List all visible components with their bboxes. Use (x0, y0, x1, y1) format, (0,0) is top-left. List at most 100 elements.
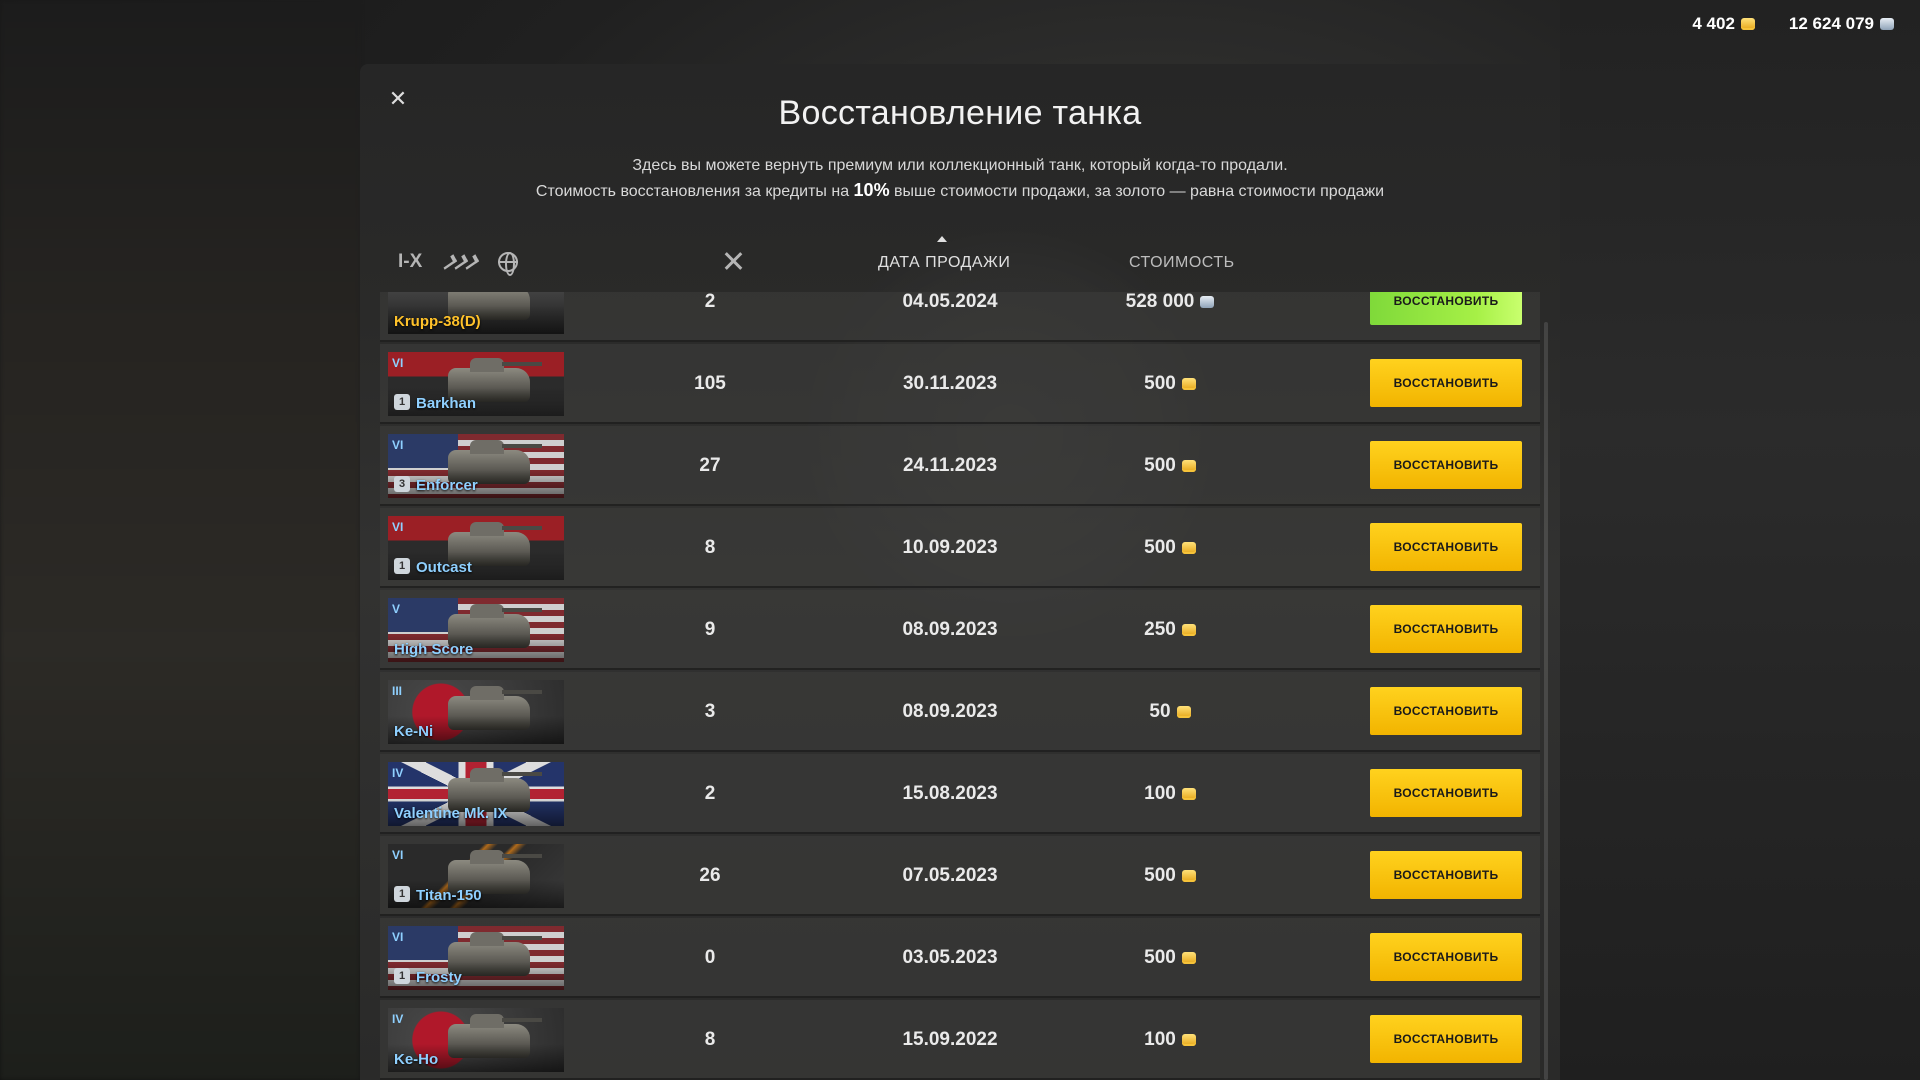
battles-count: 2 (704, 783, 716, 804)
restore-button[interactable]: ВОССТАНОВИТЬ (1370, 1015, 1522, 1063)
cost-value: 500 (1144, 373, 1176, 394)
gold-coin-icon (1181, 788, 1196, 800)
sale-date: 15.08.2023 (902, 783, 998, 804)
tank-tier: VI (392, 848, 404, 862)
tank-tier: IV (392, 1012, 404, 1026)
tier-filter[interactable]: I-X (398, 248, 422, 276)
restore-button[interactable]: ВОССТАНОВИТЬ (1370, 769, 1522, 817)
restore-button[interactable]: ВОССТАНОВИТЬ (1370, 933, 1522, 981)
sale-date: 30.11.2023 (902, 373, 998, 394)
sale-date: 10.09.2023 (902, 537, 998, 558)
table-row: Krupp-38(D) 2 04.05.2024 528 000 ВОССТАНОВИТ… (380, 292, 1540, 342)
battles-column-swords-icon[interactable] (722, 250, 746, 272)
restore-cost: 528 000 (1080, 292, 1260, 342)
cost-value: 500 (1144, 537, 1176, 558)
battles-count: 8 (704, 537, 716, 558)
gold-coin-icon (1181, 460, 1196, 472)
restore-button[interactable]: ВОССТАНОВИТЬ (1370, 851, 1522, 899)
scrollbar[interactable] (1544, 322, 1548, 1080)
tank-tier: VI (392, 520, 404, 534)
sale-date: 03.05.2023 (902, 947, 998, 968)
cost-value: 250 (1144, 619, 1176, 640)
gold-amount: 4 402 (1692, 14, 1735, 33)
filters-bar: I-X (398, 248, 519, 276)
tank-thumbnail: VI 1 Frosty (388, 926, 564, 990)
table-row: IV Valentine Mk. IX 2 15.08.2023 100 ВОССТАНО… (380, 754, 1540, 834)
battles-count: 0 (704, 947, 716, 968)
table-row: VI 3 Enforcer 27 24.11.2023 500 ВОССТАНОВИТЬ (380, 426, 1540, 506)
credits-icon (1880, 18, 1894, 30)
restore-button[interactable]: ВОССТАНОВИТЬ (1370, 441, 1522, 489)
tank-tier: III (392, 684, 403, 698)
mastery-badge-icon: 1 (394, 394, 410, 410)
tank-list[interactable]: Krupp-38(D) 2 04.05.2024 528 000 ВОССТАНОВИТ… (380, 292, 1540, 1080)
cost-value: 100 (1144, 1029, 1176, 1050)
sale-date: 15.09.2022 (902, 1029, 998, 1050)
tank-name: Ke-Ni (394, 723, 434, 740)
table-row: VI 1 Frosty 0 03.05.2023 500 ВОССТАНОВИТЬ (380, 918, 1540, 998)
modal-title: Восстановление танка (778, 94, 1142, 132)
restore-button[interactable]: ВОССТАНОВИТЬ (1370, 359, 1522, 407)
background-left (0, 0, 360, 1080)
tank-thumbnail: VI 1 Outcast (388, 516, 564, 580)
sort-ascending-icon (937, 236, 947, 242)
modal-description: Здесь вы можете вернуть премиум или колл… (360, 154, 1560, 204)
cost-column-header[interactable]: СТОИМОСТЬ (1129, 254, 1235, 272)
tank-thumbnail: VI 3 Enforcer (388, 434, 564, 498)
background-right (1560, 0, 1920, 1080)
table-row: VI 1 Titan-150 26 07.05.2023 500 ВОССТАНОВИТЬ (380, 836, 1540, 916)
tank-name: Outcast (416, 559, 472, 576)
nation-filter-globe-icon[interactable] (498, 248, 519, 276)
gold-coin-icon (1181, 1034, 1196, 1046)
tank-name: Barkhan (416, 395, 477, 412)
mastery-badge-icon: 1 (394, 968, 410, 984)
tank-tier: V (392, 602, 401, 616)
tank-thumbnail: IV Valentine Mk. IX (388, 762, 564, 826)
table-row: III Ke-Ni 3 08.09.2023 50 ВОССТАНОВИТЬ (380, 672, 1540, 752)
battles-count: 105 (694, 373, 726, 394)
gold-coin-icon (1181, 378, 1196, 390)
gold-coin-icon (1740, 18, 1755, 30)
gold-coin-icon (1181, 624, 1196, 636)
table-row: V High Score 9 08.09.2023 250 ВОССТАНОВИТЬ (380, 590, 1540, 670)
restore-button[interactable]: ВОССТАНОВИТЬ (1370, 687, 1522, 735)
tank-tier: VI (392, 930, 404, 944)
table-row: IV Ke-Ho 8 15.09.2022 100 ВОССТАНОВИТЬ (380, 1000, 1540, 1080)
mastery-badge-icon: 3 (394, 476, 410, 492)
restore-tank-modal: ✕ Восстановление танка Здесь вы можете в… (360, 64, 1560, 1080)
cost-value: 500 (1144, 947, 1176, 968)
restore-cost: 100 (1080, 754, 1260, 834)
currency-bar: 4 402 12 624 079 (1692, 14, 1894, 34)
table-row: VI 1 Barkhan 105 30.11.2023 500 ВОССТАНОВИТЬ (380, 344, 1540, 424)
battles-count: 8 (704, 1029, 716, 1050)
restore-cost: 500 (1080, 508, 1260, 588)
tank-thumbnail: V High Score (388, 598, 564, 662)
restore-button[interactable]: ВОССТАНОВИТЬ (1370, 605, 1522, 653)
tank-name: Ke-Ho (394, 1051, 439, 1068)
restore-button[interactable]: ВОССТАНОВИТЬ (1370, 523, 1522, 571)
restore-cost: 500 (1080, 426, 1260, 506)
cost-value: 500 (1144, 865, 1176, 886)
sale-date: 04.05.2024 (902, 292, 998, 312)
mastery-badge-icon: 1 (394, 558, 410, 574)
type-filter-icon[interactable] (441, 248, 480, 276)
restore-cost: 50 (1080, 672, 1260, 752)
sale-date: 08.09.2023 (902, 701, 998, 722)
tank-name: Enforcer (416, 477, 478, 494)
sale-date: 08.09.2023 (902, 619, 998, 640)
tank-thumbnail: III Ke-Ni (388, 680, 564, 744)
battles-count: 26 (699, 865, 721, 886)
date-column-header[interactable]: ДАТА ПРОДАЖИ (878, 254, 1010, 272)
description-line-2-post: выше стоимости продажи, за золото — равн… (889, 183, 1385, 200)
description-percent: 10% (853, 180, 890, 200)
gold-coin-icon (1176, 706, 1191, 718)
tank-thumbnail: VI 1 Barkhan (388, 352, 564, 416)
battles-count: 9 (704, 619, 716, 640)
battles-count: 3 (704, 701, 716, 722)
gold-balance: 4 402 (1692, 14, 1755, 34)
tank-name: High Score (394, 641, 474, 658)
restore-button[interactable]: ВОССТАНОВИТЬ (1370, 292, 1522, 325)
description-line-2-pre: Стоимость восстановления за кредиты на (535, 183, 854, 200)
restore-cost: 500 (1080, 344, 1260, 424)
gold-coin-icon (1181, 952, 1196, 964)
